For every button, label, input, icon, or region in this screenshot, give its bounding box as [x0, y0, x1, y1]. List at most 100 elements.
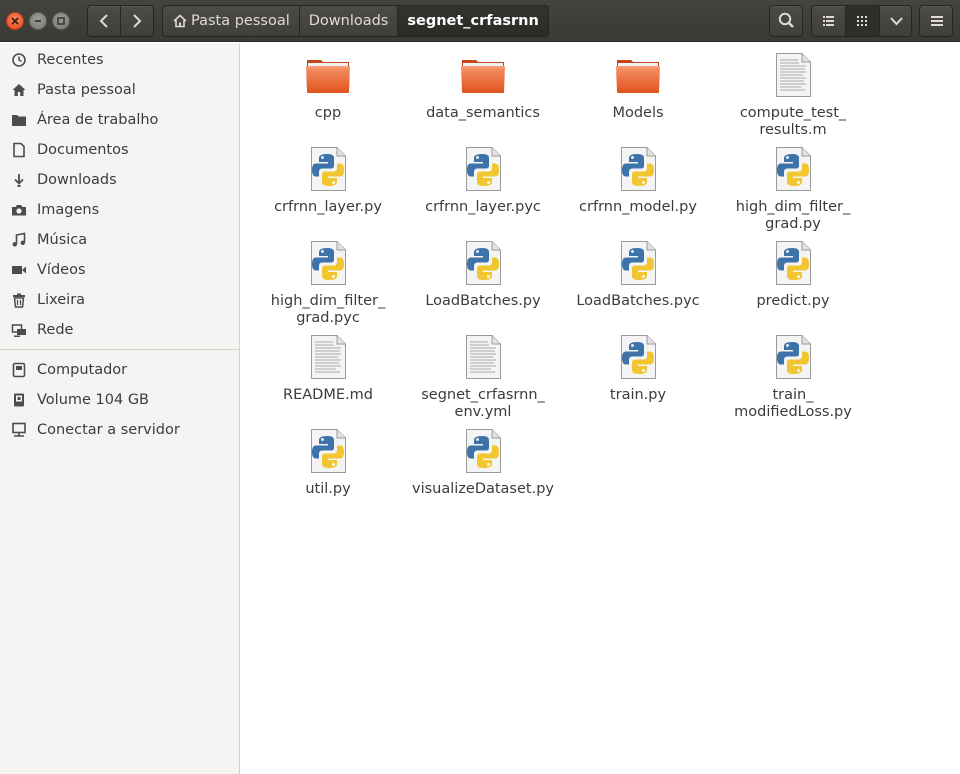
- file-item[interactable]: crfrnn_model.py: [563, 145, 713, 216]
- file-item[interactable]: train_ modifiedLoss.py: [718, 333, 868, 421]
- music-icon: [10, 232, 27, 249]
- sidebar-item-imagens[interactable]: Imagens: [0, 196, 239, 224]
- chevron-down-icon: [890, 17, 903, 26]
- file-name: crfrnn_model.py: [579, 199, 697, 215]
- text-file-icon: [769, 51, 817, 99]
- trash-icon: [10, 292, 27, 309]
- python-file-icon: [459, 427, 507, 475]
- sidebar-item-musica[interactable]: Música: [0, 226, 239, 254]
- breadcrumb-label: Downloads: [308, 13, 389, 29]
- sidebar-item-recentes[interactable]: Recentes: [0, 46, 239, 74]
- sidebar-item-downloads[interactable]: Downloads: [0, 166, 239, 194]
- document-icon: [10, 142, 27, 159]
- file-name: cpp: [314, 105, 342, 121]
- file-item[interactable]: visualizeDataset.py: [408, 427, 558, 498]
- sidebar-item-conectar-servidor[interactable]: Conectar a servidor: [0, 416, 239, 444]
- file-name: README.md: [283, 387, 373, 403]
- menu-button[interactable]: [919, 5, 953, 37]
- back-button[interactable]: [88, 6, 120, 36]
- python-file-icon: [459, 145, 507, 193]
- download-icon: [10, 172, 27, 189]
- file-grid: cpp data_semantics Models compute_test_ …: [246, 43, 960, 774]
- home-icon: [173, 14, 187, 28]
- home-icon: [10, 82, 27, 99]
- folder-icon: [459, 51, 507, 99]
- sidebar: Recentes Pasta pessoal Área de trabalho …: [0, 43, 240, 774]
- sidebar-item-videos[interactable]: Vídeos: [0, 256, 239, 284]
- folder-icon: [304, 51, 352, 99]
- text-file-icon: [459, 333, 507, 381]
- breadcrumb-label: segnet_crfasrnn: [407, 13, 539, 29]
- breadcrumb-home[interactable]: Pasta pessoal: [162, 5, 300, 37]
- sidebar-item-lixeira[interactable]: Lixeira: [0, 286, 239, 314]
- sidebar-item-label: Downloads: [37, 172, 117, 188]
- file-item[interactable]: predict.py: [718, 239, 868, 310]
- header-bar: Pasta pessoal Downloads segnet_crfasrnn: [0, 0, 960, 42]
- chevron-left-icon: [99, 14, 108, 28]
- python-file-icon: [614, 333, 662, 381]
- sidebar-item-label: Recentes: [37, 52, 104, 68]
- network-icon: [10, 322, 27, 339]
- file-item[interactable]: LoadBatches.pyc: [563, 239, 713, 310]
- sidebar-item-pasta-pessoal[interactable]: Pasta pessoal: [0, 76, 239, 104]
- clock-icon: [10, 52, 27, 69]
- python-file-icon: [304, 145, 352, 193]
- file-item[interactable]: README.md: [253, 333, 403, 404]
- file-item[interactable]: train.py: [563, 333, 713, 404]
- file-item[interactable]: LoadBatches.py: [408, 239, 558, 310]
- python-file-icon: [459, 239, 507, 287]
- sidebar-item-volume[interactable]: Volume 104 GB: [0, 386, 239, 414]
- file-name: data_semantics: [426, 105, 540, 121]
- sidebar-item-area-de-trabalho[interactable]: Área de trabalho: [0, 106, 239, 134]
- hamburger-menu-icon: [931, 16, 943, 26]
- list-icon: [823, 16, 834, 26]
- file-item[interactable]: util.py: [253, 427, 403, 498]
- file-name: train_ modifiedLoss.py: [734, 387, 852, 420]
- breadcrumb-current[interactable]: segnet_crfasrnn: [397, 5, 549, 37]
- python-file-icon: [614, 239, 662, 287]
- sidebar-item-label: Computador: [37, 362, 128, 378]
- python-file-icon: [769, 333, 817, 381]
- list-view-button[interactable]: [812, 6, 845, 36]
- file-name: Models: [612, 105, 664, 121]
- sidebar-item-label: Lixeira: [37, 292, 86, 308]
- python-file-icon: [304, 427, 352, 475]
- forward-button[interactable]: [121, 6, 153, 36]
- search-button[interactable]: [769, 5, 803, 37]
- file-name: crfrnn_layer.pyc: [425, 199, 541, 215]
- file-name: high_dim_filter_ grad.pyc: [270, 293, 386, 326]
- close-window-button[interactable]: [6, 12, 24, 30]
- grid-view-button[interactable]: [846, 6, 879, 36]
- file-item[interactable]: compute_test_ results.m: [718, 51, 868, 139]
- sidebar-item-label: Música: [37, 232, 88, 248]
- sidebar-item-label: Vídeos: [37, 262, 86, 278]
- video-icon: [10, 262, 27, 279]
- file-item[interactable]: segnet_crfasrnn_ env.yml: [408, 333, 558, 421]
- camera-icon: [10, 202, 27, 219]
- folder-item[interactable]: data_semantics: [408, 51, 558, 122]
- file-item[interactable]: high_dim_filter_ grad.py: [718, 145, 868, 233]
- navigation-buttons: [87, 5, 154, 37]
- view-options-button[interactable]: [880, 6, 913, 36]
- file-item[interactable]: crfrnn_layer.pyc: [408, 145, 558, 216]
- file-item[interactable]: high_dim_filter_ grad.pyc: [253, 239, 403, 327]
- file-name: visualizeDataset.py: [411, 481, 554, 497]
- sidebar-item-computador[interactable]: Computador: [0, 356, 239, 384]
- sidebar-item-documentos[interactable]: Documentos: [0, 136, 239, 164]
- minimize-window-button[interactable]: [29, 12, 47, 30]
- folder-item[interactable]: Models: [563, 51, 713, 122]
- computer-icon: [10, 362, 27, 379]
- python-file-icon: [769, 145, 817, 193]
- view-buttons: [811, 5, 912, 37]
- sidebar-item-rede[interactable]: Rede: [0, 316, 239, 344]
- file-name: LoadBatches.py: [425, 293, 541, 309]
- file-name: predict.py: [756, 293, 830, 309]
- folder-item[interactable]: cpp: [253, 51, 403, 122]
- grid-icon: [857, 16, 867, 26]
- breadcrumb-downloads[interactable]: Downloads: [298, 5, 399, 37]
- file-name: train.py: [609, 387, 667, 403]
- maximize-window-button[interactable]: [52, 12, 70, 30]
- file-item[interactable]: crfrnn_layer.py: [253, 145, 403, 216]
- sidebar-item-label: Imagens: [37, 202, 100, 218]
- python-file-icon: [769, 239, 817, 287]
